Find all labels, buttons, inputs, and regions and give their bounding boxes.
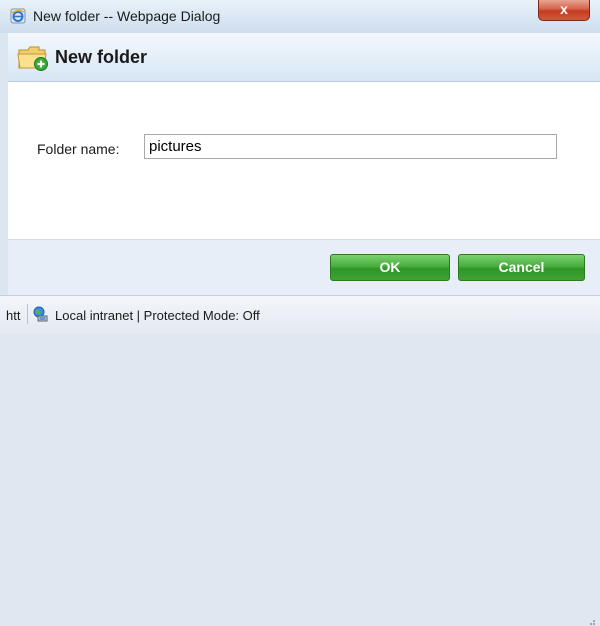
- resize-grip-icon[interactable]: [586, 618, 596, 626]
- dialog-title: New folder: [55, 47, 148, 67]
- dialog-content: New folder Folder name: OK Cancel: [8, 33, 600, 296]
- status-divider: [27, 304, 28, 324]
- window-frame-left: [0, 33, 8, 295]
- status-bar: htt Local intranet | Protected Mode: Off: [0, 295, 600, 625]
- cancel-button[interactable]: Cancel: [458, 254, 585, 281]
- close-icon: x: [560, 1, 568, 17]
- intranet-globe-icon: [33, 306, 48, 322]
- status-url: htt: [6, 308, 21, 323]
- ok-button[interactable]: OK: [330, 254, 450, 281]
- window-title: New folder -- Webpage Dialog: [33, 8, 221, 24]
- security-zone-text: Local intranet | Protected Mode: Off: [55, 308, 260, 323]
- folder-add-icon: [17, 46, 48, 71]
- ie-page-icon: [10, 8, 26, 24]
- folder-name-input[interactable]: [144, 134, 557, 159]
- close-button[interactable]: x: [538, 0, 590, 21]
- dialog-window: New folder -- Webpage Dialog x New folde…: [0, 0, 600, 625]
- title-bar: New folder -- Webpage Dialog x: [0, 0, 600, 33]
- dialog-header: New folder: [8, 33, 600, 82]
- folder-name-label: Folder name:: [37, 141, 120, 157]
